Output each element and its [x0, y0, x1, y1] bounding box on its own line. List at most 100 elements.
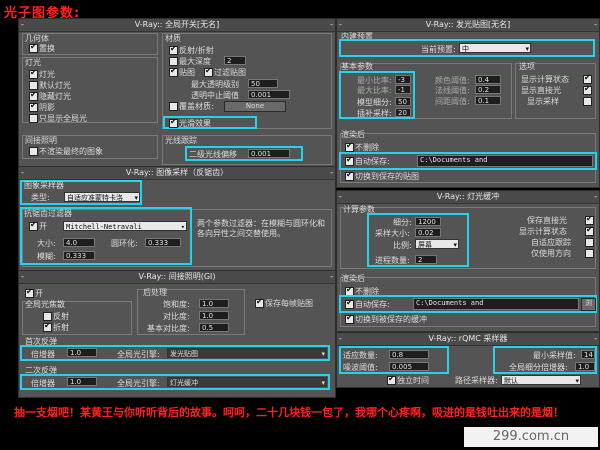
rollout-minus-icon[interactable]: - [330, 19, 333, 31]
lc-switch-saved-checkbox[interactable] [345, 313, 354, 324]
switch-saved-checkbox[interactable] [345, 170, 354, 181]
filter-description: 两个参数过滤器：在模糊与圆环化和各向异性之间交替使用。 [197, 219, 325, 238]
show-samples-checkbox[interactable] [583, 97, 592, 106]
ringing-spinner[interactable]: 0.333 [145, 238, 181, 247]
saturation-spinner[interactable]: 1.0 [199, 299, 229, 308]
sample-size-spinner[interactable]: 0.02 [415, 228, 441, 237]
rollout-minus-icon[interactable]: - [594, 191, 597, 203]
auto-save-path-field[interactable]: C:\Documents and [417, 155, 593, 167]
time-indep-label: 独立时间 [397, 376, 429, 385]
noise-thresh-spinner[interactable]: 0.005 [389, 362, 429, 371]
secondary-mult-spinner[interactable]: 1.0 [67, 377, 97, 386]
global-switches-header[interactable]: V-Ray:: 全局开关[无名] [135, 20, 220, 29]
primary-mult-spinner[interactable]: 1.0 [67, 348, 97, 357]
transp-cutoff-spinner[interactable]: 0.001 [248, 90, 290, 99]
interp-spinner[interactable]: 20 [395, 108, 411, 117]
image-sampler-header[interactable]: V-Ray:: 图像采样（反锯齿） [126, 168, 228, 177]
indirect-illum-header[interactable]: V-Ray:: 间接照明(GI) [138, 272, 215, 281]
primary-engine-dropdown[interactable]: 发光贴图 [167, 348, 327, 359]
rollout-minus-icon[interactable]: - [330, 271, 333, 283]
dont-delete-checkbox[interactable] [345, 141, 354, 152]
use-dirs-checkbox[interactable] [585, 249, 594, 258]
store-direct-checkbox[interactable] [585, 214, 594, 225]
hidden-lights-checkbox[interactable] [29, 90, 38, 101]
show-calc-checkbox[interactable] [583, 73, 592, 84]
blur-spinner[interactable]: 0.333 [63, 251, 95, 260]
show-gi-only-checkbox[interactable] [29, 114, 38, 123]
filter-maps-checkbox[interactable] [204, 66, 213, 77]
save-maps-checkbox[interactable] [255, 297, 264, 308]
rollout-minus-icon[interactable]: - [21, 167, 24, 179]
scale-dropdown[interactable]: 屏幕 [415, 239, 459, 250]
lc-show-calc-checkbox[interactable] [585, 225, 594, 236]
clr-thresh-spinner[interactable]: 0.4 [475, 75, 501, 84]
subdivs-spinner[interactable]: 1200 [415, 217, 441, 226]
rollout-minus-icon[interactable]: - [339, 191, 342, 203]
override-mtl-checkbox[interactable] [169, 102, 178, 111]
hsph-spinner[interactable]: 50 [395, 97, 411, 106]
contrast-base-spinner[interactable]: 0.5 [199, 323, 229, 332]
ringing-label: 圆环化: [111, 239, 138, 248]
transp-cutoff-label: 透明中止阈值 [191, 91, 239, 100]
rollout-minus-icon[interactable]: - [330, 167, 333, 179]
default-lights-checkbox[interactable] [29, 81, 38, 90]
time-indep-checkbox[interactable] [387, 374, 396, 385]
passes-label: 进程数量: [375, 256, 410, 265]
lc-auto-save-path-field[interactable]: C:\Documents and [413, 298, 579, 310]
show-direct-checkbox[interactable] [583, 84, 592, 95]
override-mtl-button[interactable]: None [224, 101, 286, 112]
contrast-base-label: 基本对比度: [147, 324, 190, 333]
reflective-caustics-checkbox[interactable] [43, 312, 52, 321]
rollout-minus-icon[interactable]: - [594, 333, 597, 345]
maps-checkbox[interactable] [169, 66, 178, 77]
max-depth-spinner[interactable]: 2 [224, 56, 246, 65]
refractive-caustics-checkbox[interactable] [43, 321, 52, 332]
size-spinner[interactable]: 4.0 [63, 238, 95, 247]
irradiance-map-header[interactable]: V-Ray:: 发光贴图[无名] [426, 20, 511, 29]
rollout-minus-icon[interactable]: - [21, 271, 24, 283]
max-rate-spinner[interactable]: -1 [395, 85, 411, 94]
show-direct-label: 显示直接光 [521, 86, 561, 95]
max-transp-spinner[interactable]: 50 [248, 79, 278, 88]
min-samples-spinner[interactable]: 14 [581, 350, 595, 359]
gi-on-checkbox[interactable] [25, 287, 34, 298]
lc-show-calc-label: 显示计算状态 [519, 227, 567, 236]
path-sampler-dropdown[interactable]: 默认 [501, 375, 581, 386]
dist-thresh-spinner[interactable]: 0.1 [475, 96, 501, 105]
auto-save-checkbox[interactable] [345, 155, 354, 166]
current-preset-dropdown[interactable]: 中 [459, 43, 531, 54]
secondary-bias-spinner[interactable]: 0.001 [248, 149, 290, 158]
hsph-label: 模型细分: [357, 98, 392, 107]
passes-spinner[interactable]: 2 [415, 255, 437, 264]
max-depth-checkbox[interactable] [169, 57, 178, 66]
rollout-minus-icon[interactable]: - [21, 19, 24, 31]
displacement-checkbox[interactable] [29, 42, 38, 53]
min-rate-spinner[interactable]: -3 [395, 75, 411, 84]
secondary-engine-dropdown[interactable]: 灯光缓冲 [167, 377, 327, 388]
glossy-effects-checkbox[interactable] [169, 117, 178, 128]
shadows-checkbox[interactable] [29, 101, 38, 112]
sample-size-label: 采样大小: [375, 229, 410, 238]
global-mult-spinner[interactable]: 1.0 [575, 362, 595, 371]
no-render-final-checkbox[interactable] [29, 147, 38, 156]
nrm-thresh-spinner[interactable]: 0.2 [475, 85, 501, 94]
rollout-minus-icon[interactable]: - [594, 19, 597, 31]
sampler-type-dropdown[interactable]: 自适应准蒙特卡洛 [64, 192, 140, 203]
aa-on-checkbox[interactable] [29, 220, 38, 231]
reflect-refract-checkbox[interactable] [169, 44, 178, 55]
lc-browse-button[interactable]: 浏 [581, 298, 596, 311]
adaptive-amount-spinner[interactable]: 0.8 [389, 350, 429, 359]
lights-checkbox[interactable] [29, 68, 38, 79]
lc-render-end-group-label: 渲染后 [341, 274, 365, 283]
footer-caption: 抽一支烟吧！某黄王与你听听背后的故事。呵呵，二十几块钱一包了，我哪个心疼啊，吸进… [14, 406, 564, 419]
lc-auto-save-checkbox[interactable] [345, 298, 354, 309]
adaptive-checkbox[interactable] [585, 238, 594, 247]
rqmc-header[interactable]: V-Ray:: rQMC 采样器 [429, 334, 508, 343]
aa-filter-dropdown[interactable]: Mitchell-Netravali [63, 221, 187, 232]
rollout-minus-icon[interactable]: - [339, 333, 342, 345]
subdivs-label: 细分: [393, 218, 412, 227]
displacement-label: 置换 [39, 44, 55, 53]
contrast-spinner[interactable]: 1.0 [199, 311, 229, 320]
rollout-minus-icon[interactable]: - [339, 19, 342, 31]
light-cache-header[interactable]: V-Ray:: 灯光缓冲 [437, 192, 499, 201]
